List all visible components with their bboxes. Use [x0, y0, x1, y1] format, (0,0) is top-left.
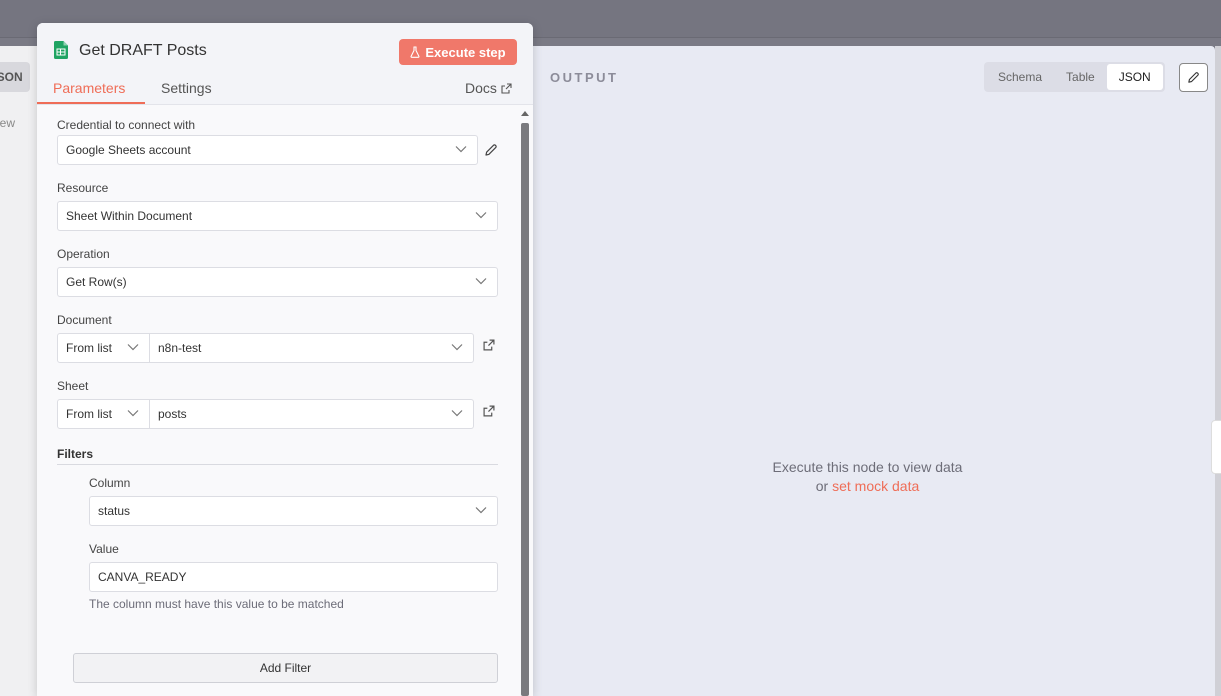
document-value: n8n-test — [158, 341, 202, 355]
empty-output-line: Execute this node to view data — [772, 459, 963, 475]
chevron-down-icon — [127, 410, 139, 417]
node-settings-panel: Get DRAFT Posts Execute step Parameters … — [37, 23, 533, 696]
sheet-select[interactable]: posts — [150, 399, 474, 429]
filter-value-hint: The column must have this value to be ma… — [89, 597, 344, 611]
open-sheet-icon[interactable] — [483, 405, 495, 417]
sheet-label: Sheet — [57, 379, 89, 393]
tab-parameters[interactable]: Parameters — [53, 80, 125, 96]
filter-value-input[interactable]: CANVA_READY — [89, 562, 498, 592]
chevron-down-icon — [455, 146, 467, 153]
operation-label: Operation — [57, 247, 110, 261]
sheet-mode-select[interactable]: From list — [57, 399, 150, 429]
parameters-body: Credential to connect with Google Sheets… — [37, 105, 533, 696]
external-link-icon — [501, 82, 512, 94]
credential-label: Credential to connect with — [57, 118, 196, 132]
filters-title: Filters — [57, 447, 94, 461]
filter-value-label: Value — [89, 542, 119, 556]
chevron-down-icon — [475, 507, 487, 514]
input-json-tab[interactable]: JSON — [0, 62, 30, 92]
document-select[interactable]: n8n-test — [150, 333, 474, 363]
credential-select[interactable]: Google Sheets account — [57, 135, 478, 165]
resource-value: Sheet Within Document — [66, 209, 193, 223]
chevron-down-icon — [451, 410, 463, 417]
operation-select[interactable]: Get Row(s) — [57, 267, 498, 297]
right-edge — [1215, 46, 1221, 696]
docs-label: Docs — [465, 80, 497, 96]
filters-divider — [57, 464, 498, 465]
filter-column-value: status — [98, 504, 131, 518]
active-tab-indicator — [37, 102, 145, 104]
chevron-down-icon — [127, 344, 139, 351]
execute-step-label: Execute step — [425, 44, 506, 60]
right-panel-handle[interactable] — [1211, 420, 1221, 474]
scrollbar-thumb[interactable] — [521, 123, 529, 696]
scroll-up-arrow-icon[interactable] — [521, 110, 529, 118]
input-json-tab-label: JSON — [0, 70, 23, 84]
chevron-down-icon — [475, 278, 487, 285]
input-panel-text: view — [0, 116, 15, 130]
output-panel: OUTPUT Schema Table JSON Execute this no… — [520, 46, 1215, 696]
view-table-button[interactable]: Table — [1054, 64, 1107, 90]
open-document-icon[interactable] — [483, 339, 495, 351]
document-label: Document — [57, 313, 112, 327]
tab-settings[interactable]: Settings — [161, 80, 212, 96]
filter-column-select[interactable]: status — [89, 496, 498, 526]
operation-value: Get Row(s) — [66, 275, 127, 289]
edit-credential-icon[interactable] — [484, 143, 498, 157]
edit-output-button[interactable] — [1179, 63, 1208, 92]
output-title: OUTPUT — [550, 70, 619, 85]
document-mode-value: From list — [66, 341, 112, 355]
empty-output-or: or — [815, 478, 829, 494]
filter-column-label: Column — [89, 476, 131, 490]
node-header: Get DRAFT Posts Execute step Parameters … — [37, 23, 533, 105]
empty-output-message: Execute this node to view data or set mo… — [520, 458, 1215, 496]
execute-step-button[interactable]: Execute step — [399, 39, 517, 65]
view-json-button[interactable]: JSON — [1106, 64, 1163, 90]
docs-link[interactable]: Docs — [465, 80, 512, 96]
view-schema-button[interactable]: Schema — [986, 64, 1054, 90]
credential-value: Google Sheets account — [66, 143, 191, 157]
resource-select[interactable]: Sheet Within Document — [57, 201, 498, 231]
input-panel-text-label: view — [0, 116, 16, 130]
view-toggle: Schema Table JSON — [984, 62, 1165, 92]
document-mode-select[interactable]: From list — [57, 333, 150, 363]
flask-icon — [410, 46, 420, 58]
filter-value-text: CANVA_READY — [98, 570, 187, 584]
chevron-down-icon — [475, 212, 487, 219]
node-title[interactable]: Get DRAFT Posts — [79, 42, 207, 60]
set-mock-data-link[interactable]: set mock data — [832, 478, 919, 494]
chevron-down-icon — [451, 344, 463, 351]
pencil-icon — [1188, 72, 1199, 83]
resource-label: Resource — [57, 181, 109, 195]
add-filter-button[interactable]: Add Filter — [73, 653, 498, 683]
google-sheets-icon — [54, 41, 68, 59]
sheet-value: posts — [158, 407, 187, 421]
sheet-mode-value: From list — [66, 407, 112, 421]
